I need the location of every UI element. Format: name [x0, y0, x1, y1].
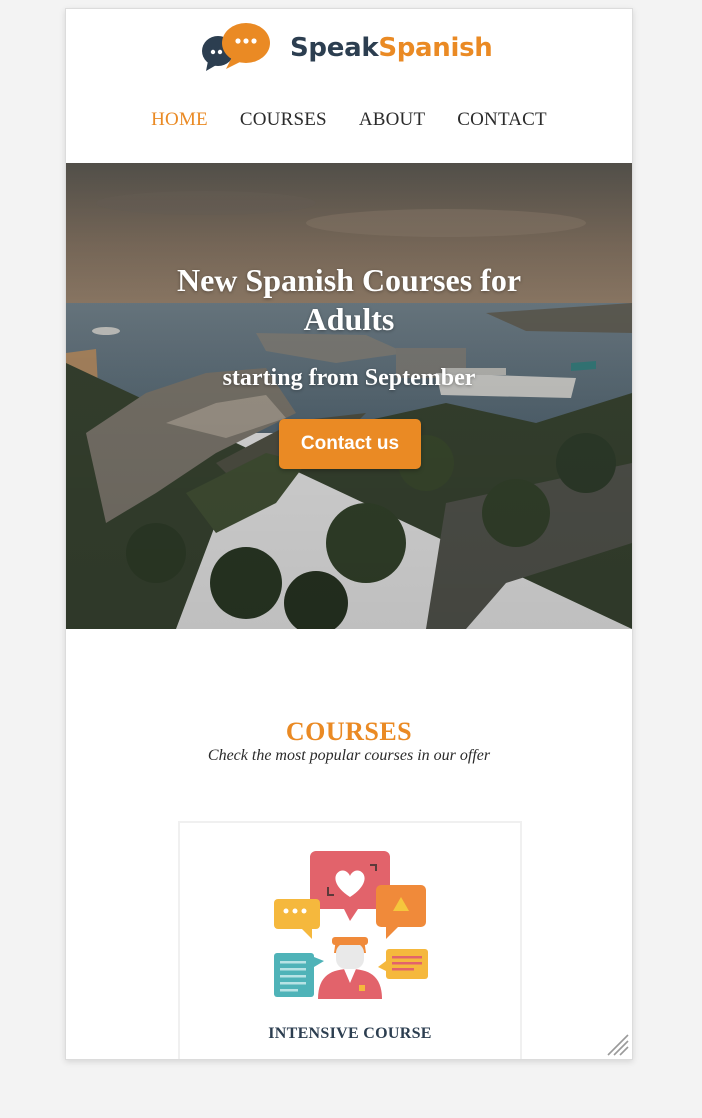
nav-home[interactable]: HOME	[151, 109, 208, 131]
nav-contact[interactable]: CONTACT	[457, 109, 547, 131]
hero-city-harbor-image	[66, 163, 632, 629]
courses-heading: COURSES	[285, 717, 413, 746]
hero-subtitle: starting from September	[222, 365, 476, 391]
browser-viewport: SpeakSpanish HOME COURSES ABOUT CONTACT	[65, 8, 633, 1060]
course-card-title: INTENSIVE COURSE	[268, 1025, 432, 1042]
main-nav: HOME COURSES ABOUT CONTACT	[66, 109, 632, 131]
course-card-intensive[interactable]: INTENSIVE COURSE	[178, 821, 522, 1059]
brand-name-part-1: Speak	[290, 33, 379, 63]
brand-name: SpeakSpanish	[290, 33, 493, 63]
speech-bubbles-logo-icon	[198, 21, 274, 73]
brand-name-part-2: Spanish	[378, 33, 493, 63]
courses-subheading: Check the most popular courses in our of…	[207, 747, 491, 764]
hero-banner: New Spanish Courses for Adults starting …	[66, 163, 632, 629]
chat-people-illustration-icon	[274, 851, 428, 999]
resize-grip-icon[interactable]	[604, 1031, 630, 1057]
nav-courses[interactable]: COURSES	[240, 109, 327, 131]
nav-about[interactable]: ABOUT	[359, 109, 425, 131]
hero-title: New Spanish Courses for Adults	[176, 262, 522, 337]
site-logo[interactable]: SpeakSpanish	[198, 21, 508, 73]
contact-us-button[interactable]: Contact us	[279, 419, 421, 469]
